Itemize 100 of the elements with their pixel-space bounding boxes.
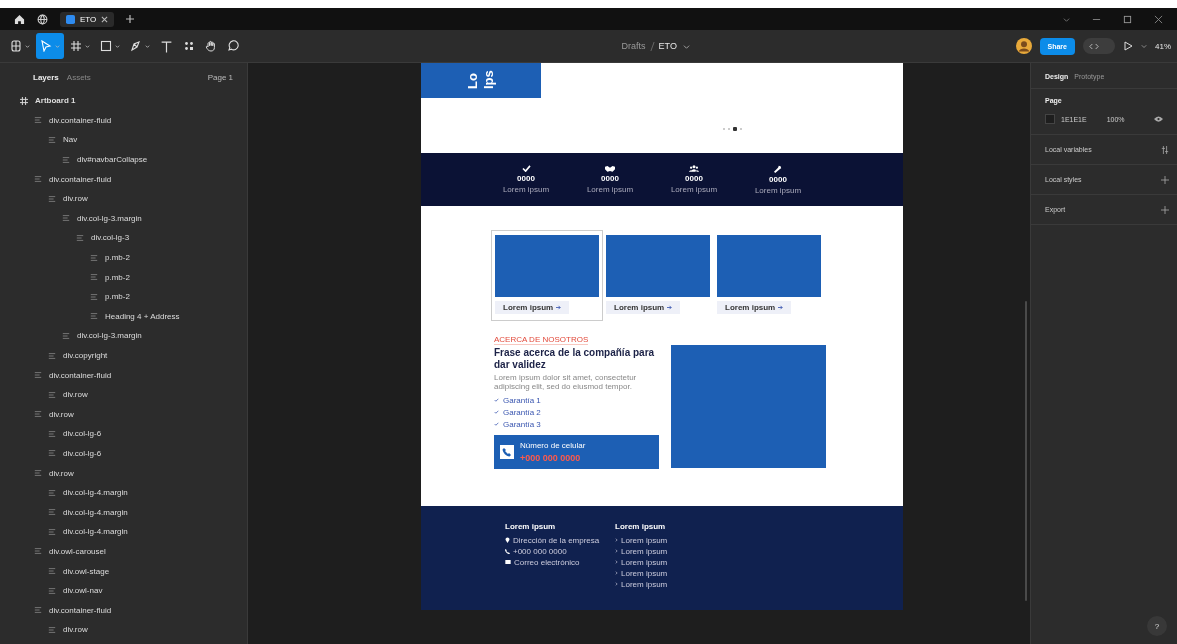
auto-layout-icon	[90, 292, 98, 301]
layer-name[interactable]: p.mb-2	[105, 272, 130, 282]
square-icon[interactable]	[100, 40, 112, 52]
layer-name[interactable]: div.copyright	[63, 351, 108, 360]
hand-icon[interactable]	[205, 40, 217, 52]
caret-icon[interactable]	[85, 43, 90, 49]
close-window-icon[interactable]	[1154, 14, 1163, 24]
panel-tab[interactable]: Assets	[66, 72, 91, 82]
footer-link[interactable]: Lorem ipsum	[621, 568, 668, 578]
layer-name[interactable]: div.row	[63, 625, 88, 635]
stat-label: Lorem ipsum	[754, 185, 802, 195]
selected-card[interactable]: Lorem ipsum	[491, 230, 603, 321]
scrollbar[interactable]	[1025, 301, 1027, 601]
layer-name[interactable]: div.owl-nav	[63, 586, 103, 596]
wrench-icon	[774, 164, 782, 173]
arrow-right-icon	[778, 305, 784, 310]
layer-name[interactable]: div.owl-carousel	[49, 546, 106, 556]
layer-name[interactable]: div.container-fluid	[49, 115, 112, 125]
page-selector[interactable]: Page 1	[207, 72, 233, 82]
layer-name[interactable]: div.col-lg-6	[63, 449, 102, 458]
card-link[interactable]: Lorem ipsum	[606, 301, 681, 314]
auto-layout-icon	[90, 253, 98, 262]
layer-name[interactable]: Heading 4 + Address	[105, 311, 180, 321]
layer-name[interactable]: div.col-lg-3.margin	[77, 213, 142, 223]
caret-icon[interactable]	[145, 43, 150, 49]
add-icon[interactable]	[1161, 175, 1169, 184]
frame-icon	[20, 96, 28, 105]
auto-layout-icon	[48, 390, 56, 399]
card-link[interactable]: Lorem ipsum	[717, 301, 792, 314]
auto-layout-icon	[34, 371, 42, 380]
shapes-icon[interactable]	[183, 40, 195, 52]
layer-name[interactable]: div.col-lg-3.margin	[77, 331, 142, 341]
service-card[interactable]: Lorem ipsum	[716, 230, 822, 321]
hash-icon[interactable]	[70, 40, 82, 52]
layer-name[interactable]: div.row	[49, 468, 74, 478]
layer-name[interactable]: div.container-fluid	[49, 370, 112, 380]
add-icon[interactable]	[1161, 205, 1169, 214]
globe-icon[interactable]	[37, 13, 48, 25]
layer-name[interactable]: div.row	[63, 194, 88, 204]
file-tab[interactable]: ETO	[60, 11, 115, 27]
caret-icon[interactable]	[25, 43, 30, 49]
pen-icon[interactable]	[130, 40, 142, 52]
check-icon	[494, 410, 499, 414]
layer-name[interactable]: div.col-lg-4.margin	[63, 507, 128, 517]
move-tool[interactable]	[36, 33, 64, 59]
auto-layout-icon	[90, 273, 98, 282]
color-swatch[interactable]	[1045, 114, 1055, 124]
stat-value: 0000	[601, 174, 619, 183]
layer-name[interactable]: div.col-lg-4.margin	[63, 488, 128, 498]
chevron-down-icon[interactable]	[682, 42, 690, 50]
zoom-level[interactable]: 41%	[1155, 41, 1171, 51]
caret-icon[interactable]	[115, 43, 120, 49]
layer-name[interactable]: div.owl-stage	[63, 566, 110, 576]
grid-icon[interactable]	[10, 40, 22, 52]
cursor-icon[interactable]	[40, 40, 52, 52]
layer-name[interactable]: div#navbarCollapse	[77, 155, 148, 165]
footer-link[interactable]: Lorem ipsum	[621, 557, 668, 567]
footer-link[interactable]: Lorem ipsum	[621, 579, 668, 589]
text-tool-icon[interactable]	[160, 39, 173, 53]
home-icon[interactable]	[14, 13, 25, 25]
auto-layout-icon	[48, 429, 56, 438]
layer-name[interactable]: div.col-lg-3	[91, 233, 130, 243]
phone-number: +000 000 0000	[520, 453, 582, 463]
chevron-right-icon	[615, 549, 618, 553]
play-icon[interactable]	[1123, 41, 1133, 51]
auto-layout-icon	[76, 233, 84, 242]
footer-heading: Lorem ipsum	[615, 522, 667, 531]
phone-icon	[505, 548, 510, 554]
panel-tab[interactable]: Layers	[33, 72, 59, 82]
auto-layout-icon	[34, 410, 42, 419]
eye-icon[interactable]	[1154, 116, 1163, 122]
help-button[interactable]: ?	[1147, 616, 1167, 636]
card-link[interactable]: Lorem ipsum	[495, 301, 570, 314]
file-name[interactable]: ETO	[658, 41, 677, 51]
breadcrumb-parent[interactable]: Drafts	[621, 41, 646, 51]
file-icon	[66, 14, 75, 24]
layer-name[interactable]: p.mb-2	[105, 292, 130, 302]
contact-item: +000 000 0000	[513, 546, 567, 556]
service-card[interactable]: Lorem ipsum	[605, 230, 711, 321]
comment-icon[interactable]	[227, 40, 239, 52]
layer-name[interactable]: Artboard 1	[35, 96, 76, 106]
maximize-icon[interactable]	[1123, 14, 1132, 24]
layer-name[interactable]: div.col-lg-6	[63, 429, 102, 439]
layer-name[interactable]: Nav	[63, 135, 78, 145]
avatar-icon[interactable]	[1015, 38, 1032, 54]
auto-layout-icon	[48, 567, 56, 576]
add-tab-icon[interactable]	[126, 15, 135, 23]
layer-name[interactable]: div.container-fluid	[49, 174, 112, 184]
layer-name[interactable]: div.row	[63, 390, 88, 400]
handshake-icon	[605, 165, 615, 172]
layer-name[interactable]: div.container-fluid	[49, 605, 112, 615]
layer-name[interactable]: p.mb-2	[105, 253, 130, 263]
close-icon[interactable]	[101, 15, 109, 23]
layer-name[interactable]: div.row	[49, 409, 74, 419]
dev-mode-toggle[interactable]	[1083, 38, 1115, 54]
adjust-icon[interactable]	[1161, 145, 1169, 154]
footer-link[interactable]: Lorem ipsum	[621, 546, 668, 556]
footer-link[interactable]: Lorem ipsum	[621, 535, 668, 545]
chevron-down-icon[interactable]	[1063, 15, 1070, 23]
layer-name[interactable]: div.col-lg-4.margin	[63, 527, 128, 537]
